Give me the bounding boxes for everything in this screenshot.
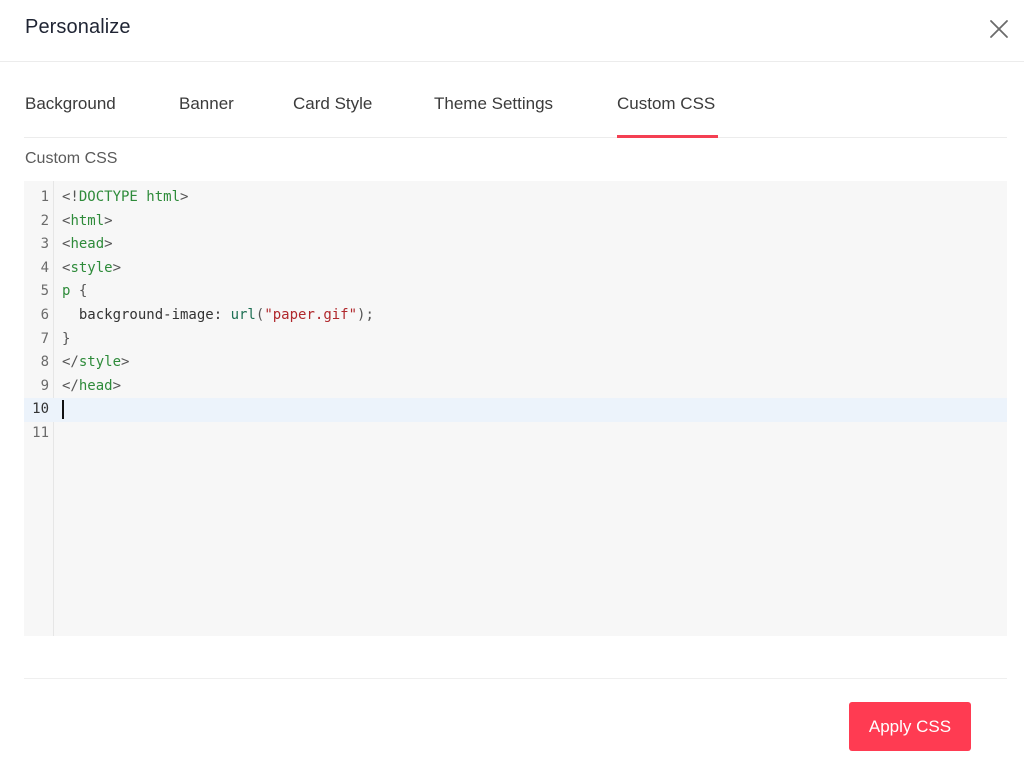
code-line[interactable]: 9 </head> bbox=[24, 375, 1007, 399]
code-token: ); bbox=[357, 307, 374, 323]
code-token: > bbox=[112, 377, 122, 394]
tab-banner[interactable]: Banner bbox=[179, 94, 234, 114]
line-number: 5 bbox=[40, 283, 49, 300]
code-line[interactable]: 5 p { bbox=[24, 280, 1007, 304]
code-text: <head> bbox=[62, 233, 113, 257]
code-text: </head> bbox=[62, 375, 121, 399]
code-line[interactable]: 3 <head> bbox=[24, 233, 1007, 257]
code-token: </ bbox=[62, 354, 79, 371]
code-token: html bbox=[70, 212, 105, 229]
code-line[interactable]: 4 <style> bbox=[24, 257, 1007, 281]
line-number: 2 bbox=[40, 212, 49, 229]
custom-css-label: Custom CSS bbox=[25, 150, 118, 167]
code-line[interactable]: 10 bbox=[24, 398, 1007, 422]
line-number: 4 bbox=[40, 259, 49, 276]
code-token: </ bbox=[62, 377, 79, 394]
tab-bar: Background Banner Card Style Theme Setti… bbox=[24, 62, 1007, 138]
code-token: background-image: bbox=[62, 307, 231, 323]
code-line[interactable]: 11 bbox=[24, 422, 1007, 446]
code-text: background-image: url("paper.gif"); bbox=[62, 304, 374, 328]
line-number: 7 bbox=[40, 330, 49, 347]
code-token: > bbox=[104, 212, 113, 229]
code-text: <style> bbox=[62, 257, 121, 281]
code-token: > bbox=[180, 189, 189, 205]
line-number: 9 bbox=[40, 377, 49, 394]
line-number: 11 bbox=[32, 425, 49, 441]
code-token: > bbox=[104, 236, 113, 253]
code-text: } bbox=[62, 328, 70, 352]
dialog-title: Personalize bbox=[25, 16, 131, 38]
code-token: style bbox=[70, 259, 113, 276]
close-icon bbox=[990, 20, 1008, 38]
code-token: DOCTYPE html bbox=[78, 189, 181, 205]
close-button[interactable] bbox=[986, 16, 1012, 42]
code-line[interactable]: 6 background-image: url("paper.gif"); bbox=[24, 304, 1007, 328]
line-number: 10 bbox=[32, 401, 49, 418]
code-token: "paper.gif" bbox=[264, 307, 358, 323]
line-number: 6 bbox=[40, 307, 49, 323]
code-line[interactable]: 1 <!DOCTYPE html> bbox=[24, 186, 1007, 210]
code-token: head bbox=[78, 377, 113, 394]
code-token: > bbox=[121, 354, 130, 371]
code-token: style bbox=[78, 354, 122, 371]
text-cursor bbox=[62, 400, 64, 420]
active-tab-indicator bbox=[617, 135, 718, 138]
code-token: > bbox=[112, 259, 122, 276]
css-code-editor[interactable]: 1 <!DOCTYPE html> 2 <html> 3 <head> 4 <style> 5 p… bbox=[24, 181, 1007, 636]
tab-card-style[interactable]: Card Style bbox=[293, 94, 372, 114]
footer-divider bbox=[24, 678, 1007, 679]
tab-theme-settings[interactable]: Theme Settings bbox=[434, 94, 553, 114]
line-number: 1 bbox=[40, 189, 49, 205]
code-text: p { bbox=[62, 280, 87, 304]
tab-background[interactable]: Background bbox=[25, 94, 116, 114]
code-token: { bbox=[70, 283, 88, 300]
line-number: 8 bbox=[40, 354, 49, 371]
code-token: url bbox=[230, 307, 256, 323]
dialog-header: Personalize bbox=[0, 0, 1024, 62]
apply-css-button[interactable]: Apply CSS bbox=[849, 702, 971, 751]
code-text: </style> bbox=[62, 351, 129, 375]
code-line[interactable]: 2 <html> bbox=[24, 210, 1007, 234]
code-token: } bbox=[62, 330, 71, 347]
code-token: head bbox=[70, 236, 105, 253]
tab-custom-css[interactable]: Custom CSS bbox=[617, 94, 715, 114]
code-text: <html> bbox=[62, 210, 113, 234]
code-line[interactable]: 7} bbox=[24, 328, 1007, 352]
code-text: <!DOCTYPE html> bbox=[62, 186, 188, 210]
code-token: <! bbox=[62, 189, 79, 205]
code-line[interactable]: 8 </style> bbox=[24, 351, 1007, 375]
line-number: 3 bbox=[40, 236, 49, 253]
